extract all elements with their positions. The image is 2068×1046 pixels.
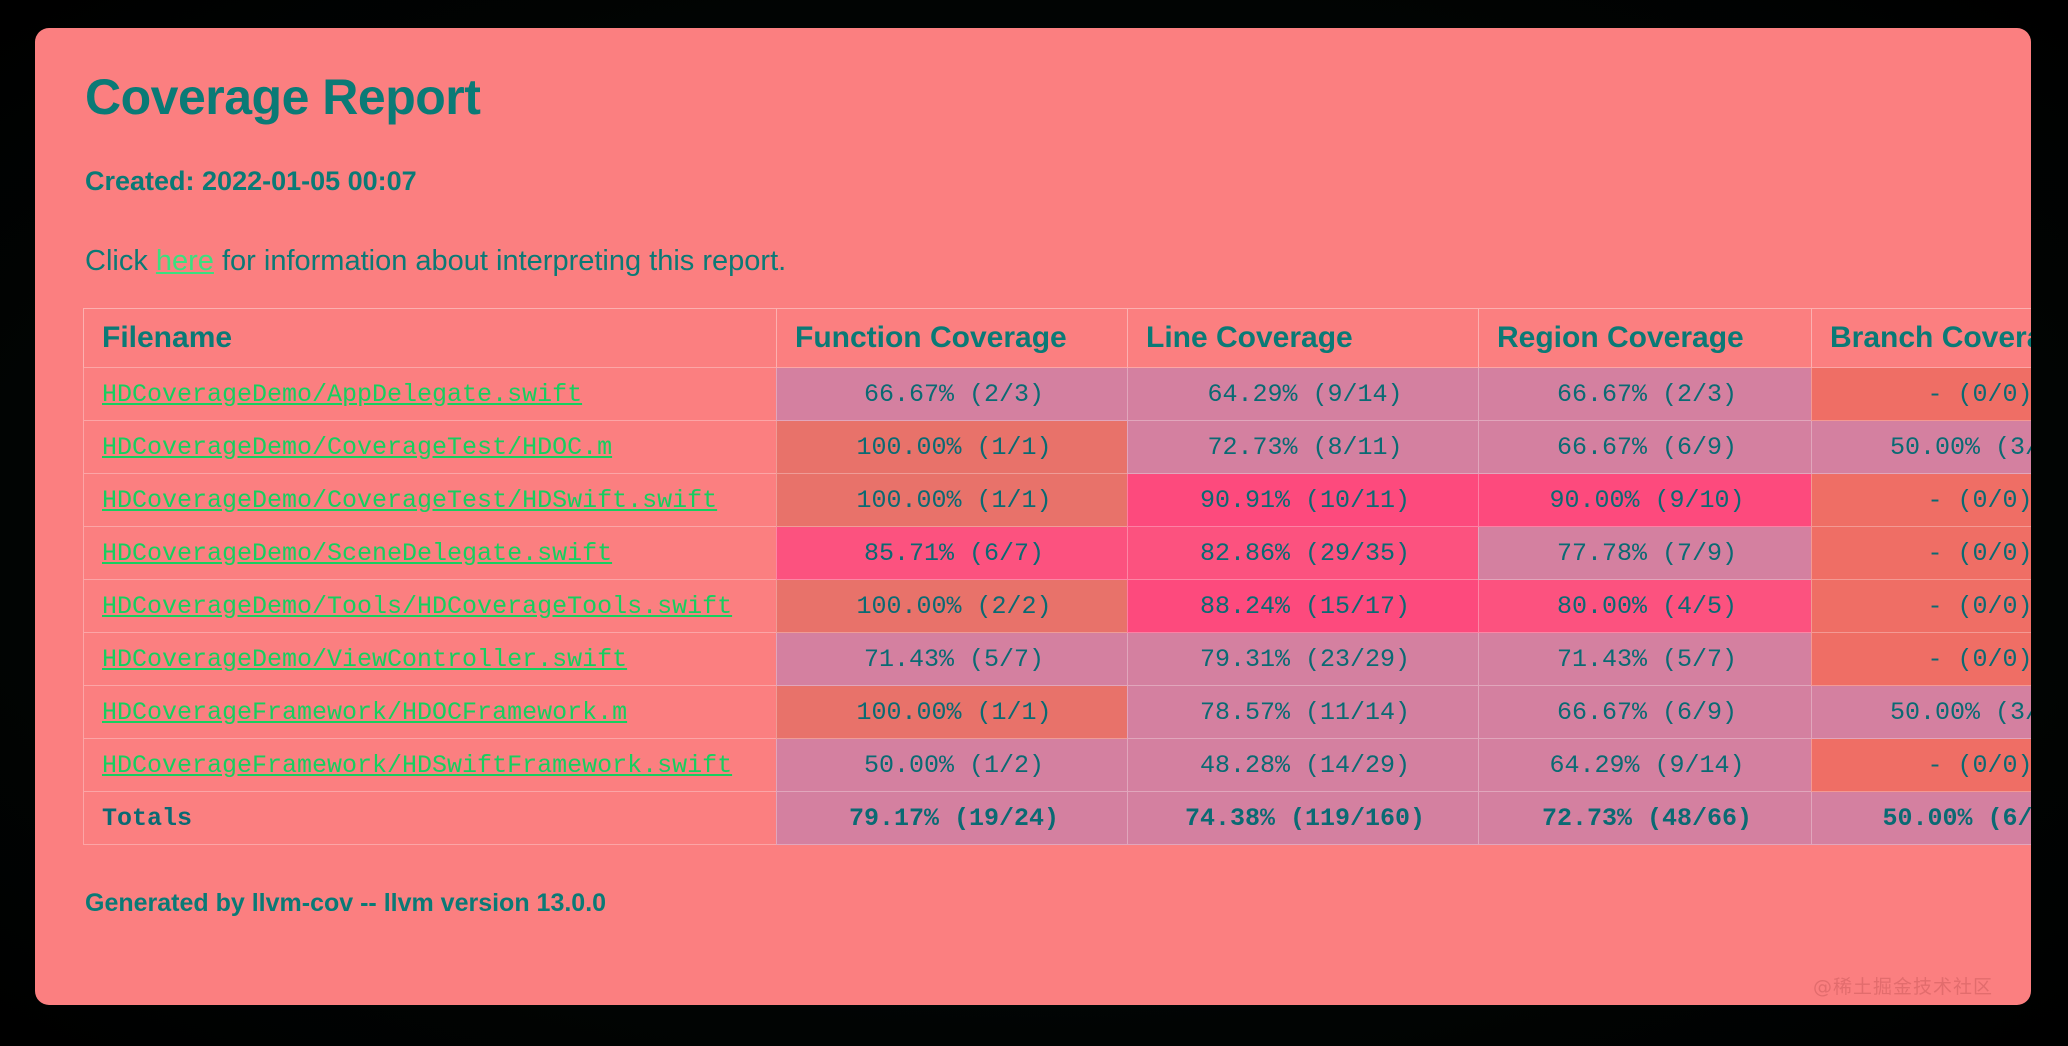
- cell-filename: HDCoverageDemo/Tools/HDCoverageTools.swi…: [83, 580, 776, 633]
- cell-branch-coverage: - (0/0): [1811, 368, 2031, 421]
- cell-region-coverage: 72.73% (48/66): [1478, 792, 1811, 845]
- file-link[interactable]: HDCoverageDemo/AppDelegate.swift: [102, 380, 582, 409]
- file-link[interactable]: HDCoverageDemo/CoverageTest/HDSwift.swif…: [102, 486, 717, 515]
- cell-branch-coverage: - (0/0): [1811, 527, 2031, 580]
- cell-function-coverage: 71.43% (5/7): [776, 633, 1127, 686]
- cell-filename: HDCoverageDemo/AppDelegate.swift: [83, 368, 776, 421]
- cell-filename: HDCoverageDemo/SceneDelegate.swift: [83, 527, 776, 580]
- cell-function-coverage: 66.67% (2/3): [776, 368, 1127, 421]
- column-header-region-coverage[interactable]: Region Coverage: [1478, 308, 1811, 368]
- cell-region-coverage: 77.78% (7/9): [1478, 527, 1811, 580]
- cell-function-coverage: 100.00% (1/1): [776, 421, 1127, 474]
- cell-function-coverage: 100.00% (1/1): [776, 474, 1127, 527]
- cell-line-coverage: 82.86% (29/35): [1127, 527, 1478, 580]
- file-link[interactable]: HDCoverageDemo/ViewController.swift: [102, 645, 627, 674]
- file-link[interactable]: HDCoverageFramework/HDOCFramework.m: [102, 698, 627, 727]
- coverage-table: Filename Function Coverage Line Coverage…: [83, 308, 2031, 845]
- cell-function-coverage: 100.00% (2/2): [776, 580, 1127, 633]
- report-panel: Coverage Report Created: 2022-01-05 00:0…: [35, 28, 2031, 1005]
- coverage-table-head: Filename Function Coverage Line Coverage…: [83, 308, 2031, 368]
- cell-region-coverage: 66.67% (6/9): [1478, 686, 1811, 739]
- cell-line-coverage: 72.73% (8/11): [1127, 421, 1478, 474]
- cell-totals-label: Totals: [83, 792, 776, 845]
- cell-function-coverage: 79.17% (19/24): [776, 792, 1127, 845]
- file-link[interactable]: HDCoverageDemo/Tools/HDCoverageTools.swi…: [102, 592, 732, 621]
- cell-function-coverage: 100.00% (1/1): [776, 686, 1127, 739]
- table-row: HDCoverageDemo/AppDelegate.swift 66.67% (…: [83, 368, 2031, 421]
- cell-function-coverage: 85.71% (6/7): [776, 527, 1127, 580]
- table-header-row: Filename Function Coverage Line Coverage…: [83, 308, 2031, 368]
- cell-line-coverage: 48.28% (14/29): [1127, 739, 1478, 792]
- file-link[interactable]: HDCoverageFramework/HDSwiftFramework.swi…: [102, 751, 732, 780]
- cell-region-coverage: 66.67% (2/3): [1478, 368, 1811, 421]
- cell-region-coverage: 90.00% (9/10): [1478, 474, 1811, 527]
- created-timestamp: Created: 2022-01-05 00:07: [85, 166, 417, 196]
- cell-branch-coverage: 50.00% (3/6): [1811, 421, 2031, 474]
- cell-branch-coverage: - (0/0): [1811, 580, 2031, 633]
- table-row: HDCoverageDemo/ViewController.swift 71.43…: [83, 633, 2031, 686]
- column-header-function-coverage[interactable]: Function Coverage: [776, 308, 1127, 368]
- cell-branch-coverage: - (0/0): [1811, 633, 2031, 686]
- click-prefix-text: Click: [85, 245, 156, 277]
- cell-line-coverage: 79.31% (23/29): [1127, 633, 1478, 686]
- cell-filename: HDCoverageFramework/HDOCFramework.m: [83, 686, 776, 739]
- column-header-branch-coverage[interactable]: Branch Coverage: [1811, 308, 2031, 368]
- cell-filename: HDCoverageDemo/CoverageTest/HDOC.m: [83, 421, 776, 474]
- cell-function-coverage: 50.00% (1/2): [776, 739, 1127, 792]
- cell-region-coverage: 64.29% (9/14): [1478, 739, 1811, 792]
- table-row: HDCoverageDemo/SceneDelegate.swift 85.71%…: [83, 527, 2031, 580]
- coverage-report-page: Coverage Report Created: 2022-01-05 00:0…: [0, 0, 2068, 1046]
- table-row: HDCoverageFramework/HDOCFramework.m 100.0…: [83, 686, 2031, 739]
- cell-filename: HDCoverageDemo/ViewController.swift: [83, 633, 776, 686]
- cell-line-coverage: 90.91% (10/11): [1127, 474, 1478, 527]
- file-link[interactable]: HDCoverageDemo/CoverageTest/HDOC.m: [102, 433, 612, 462]
- generator-footer: Generated by llvm-cov -- llvm version 13…: [85, 889, 607, 917]
- cell-region-coverage: 80.00% (4/5): [1478, 580, 1811, 633]
- cell-region-coverage: 71.43% (5/7): [1478, 633, 1811, 686]
- cell-line-coverage: 74.38% (119/160): [1127, 792, 1478, 845]
- page-title: Coverage Report: [85, 69, 481, 125]
- table-row: HDCoverageDemo/CoverageTest/HDSwift.swif…: [83, 474, 2031, 527]
- table-row: HDCoverageDemo/CoverageTest/HDOC.m 100.00…: [83, 421, 2031, 474]
- cell-branch-coverage: 50.00% (6/12): [1811, 792, 2031, 845]
- column-header-line-coverage[interactable]: Line Coverage: [1127, 308, 1478, 368]
- cell-branch-coverage: - (0/0): [1811, 739, 2031, 792]
- click-suffix-text: for information about interpreting this …: [213, 245, 787, 277]
- cell-filename: HDCoverageDemo/CoverageTest/HDSwift.swif…: [83, 474, 776, 527]
- column-header-filename[interactable]: Filename: [83, 308, 776, 368]
- cell-filename: HDCoverageFramework/HDSwiftFramework.swi…: [83, 739, 776, 792]
- cell-branch-coverage: - (0/0): [1811, 474, 2031, 527]
- table-row: HDCoverageDemo/Tools/HDCoverageTools.swi…: [83, 580, 2031, 633]
- table-row: HDCoverageFramework/HDSwiftFramework.swi…: [83, 739, 2031, 792]
- here-link[interactable]: here: [156, 245, 214, 277]
- coverage-table-body: HDCoverageDemo/AppDelegate.swift 66.67% (…: [83, 368, 2031, 845]
- cell-branch-coverage: 50.00% (3/6): [1811, 686, 2031, 739]
- cell-line-coverage: 64.29% (9/14): [1127, 368, 1478, 421]
- cell-line-coverage: 78.57% (11/14): [1127, 686, 1478, 739]
- file-link[interactable]: HDCoverageDemo/SceneDelegate.swift: [102, 539, 612, 568]
- watermark-text: @稀土掘金技术社区: [1812, 976, 1993, 998]
- totals-row: Totals 79.17% (19/24) 74.38% (119/160) 72.7…: [83, 792, 2031, 845]
- cell-line-coverage: 88.24% (15/17): [1127, 580, 1478, 633]
- interpretation-help-line: Click here for information about interpr…: [85, 245, 2001, 278]
- cell-region-coverage: 66.67% (6/9): [1478, 421, 1811, 474]
